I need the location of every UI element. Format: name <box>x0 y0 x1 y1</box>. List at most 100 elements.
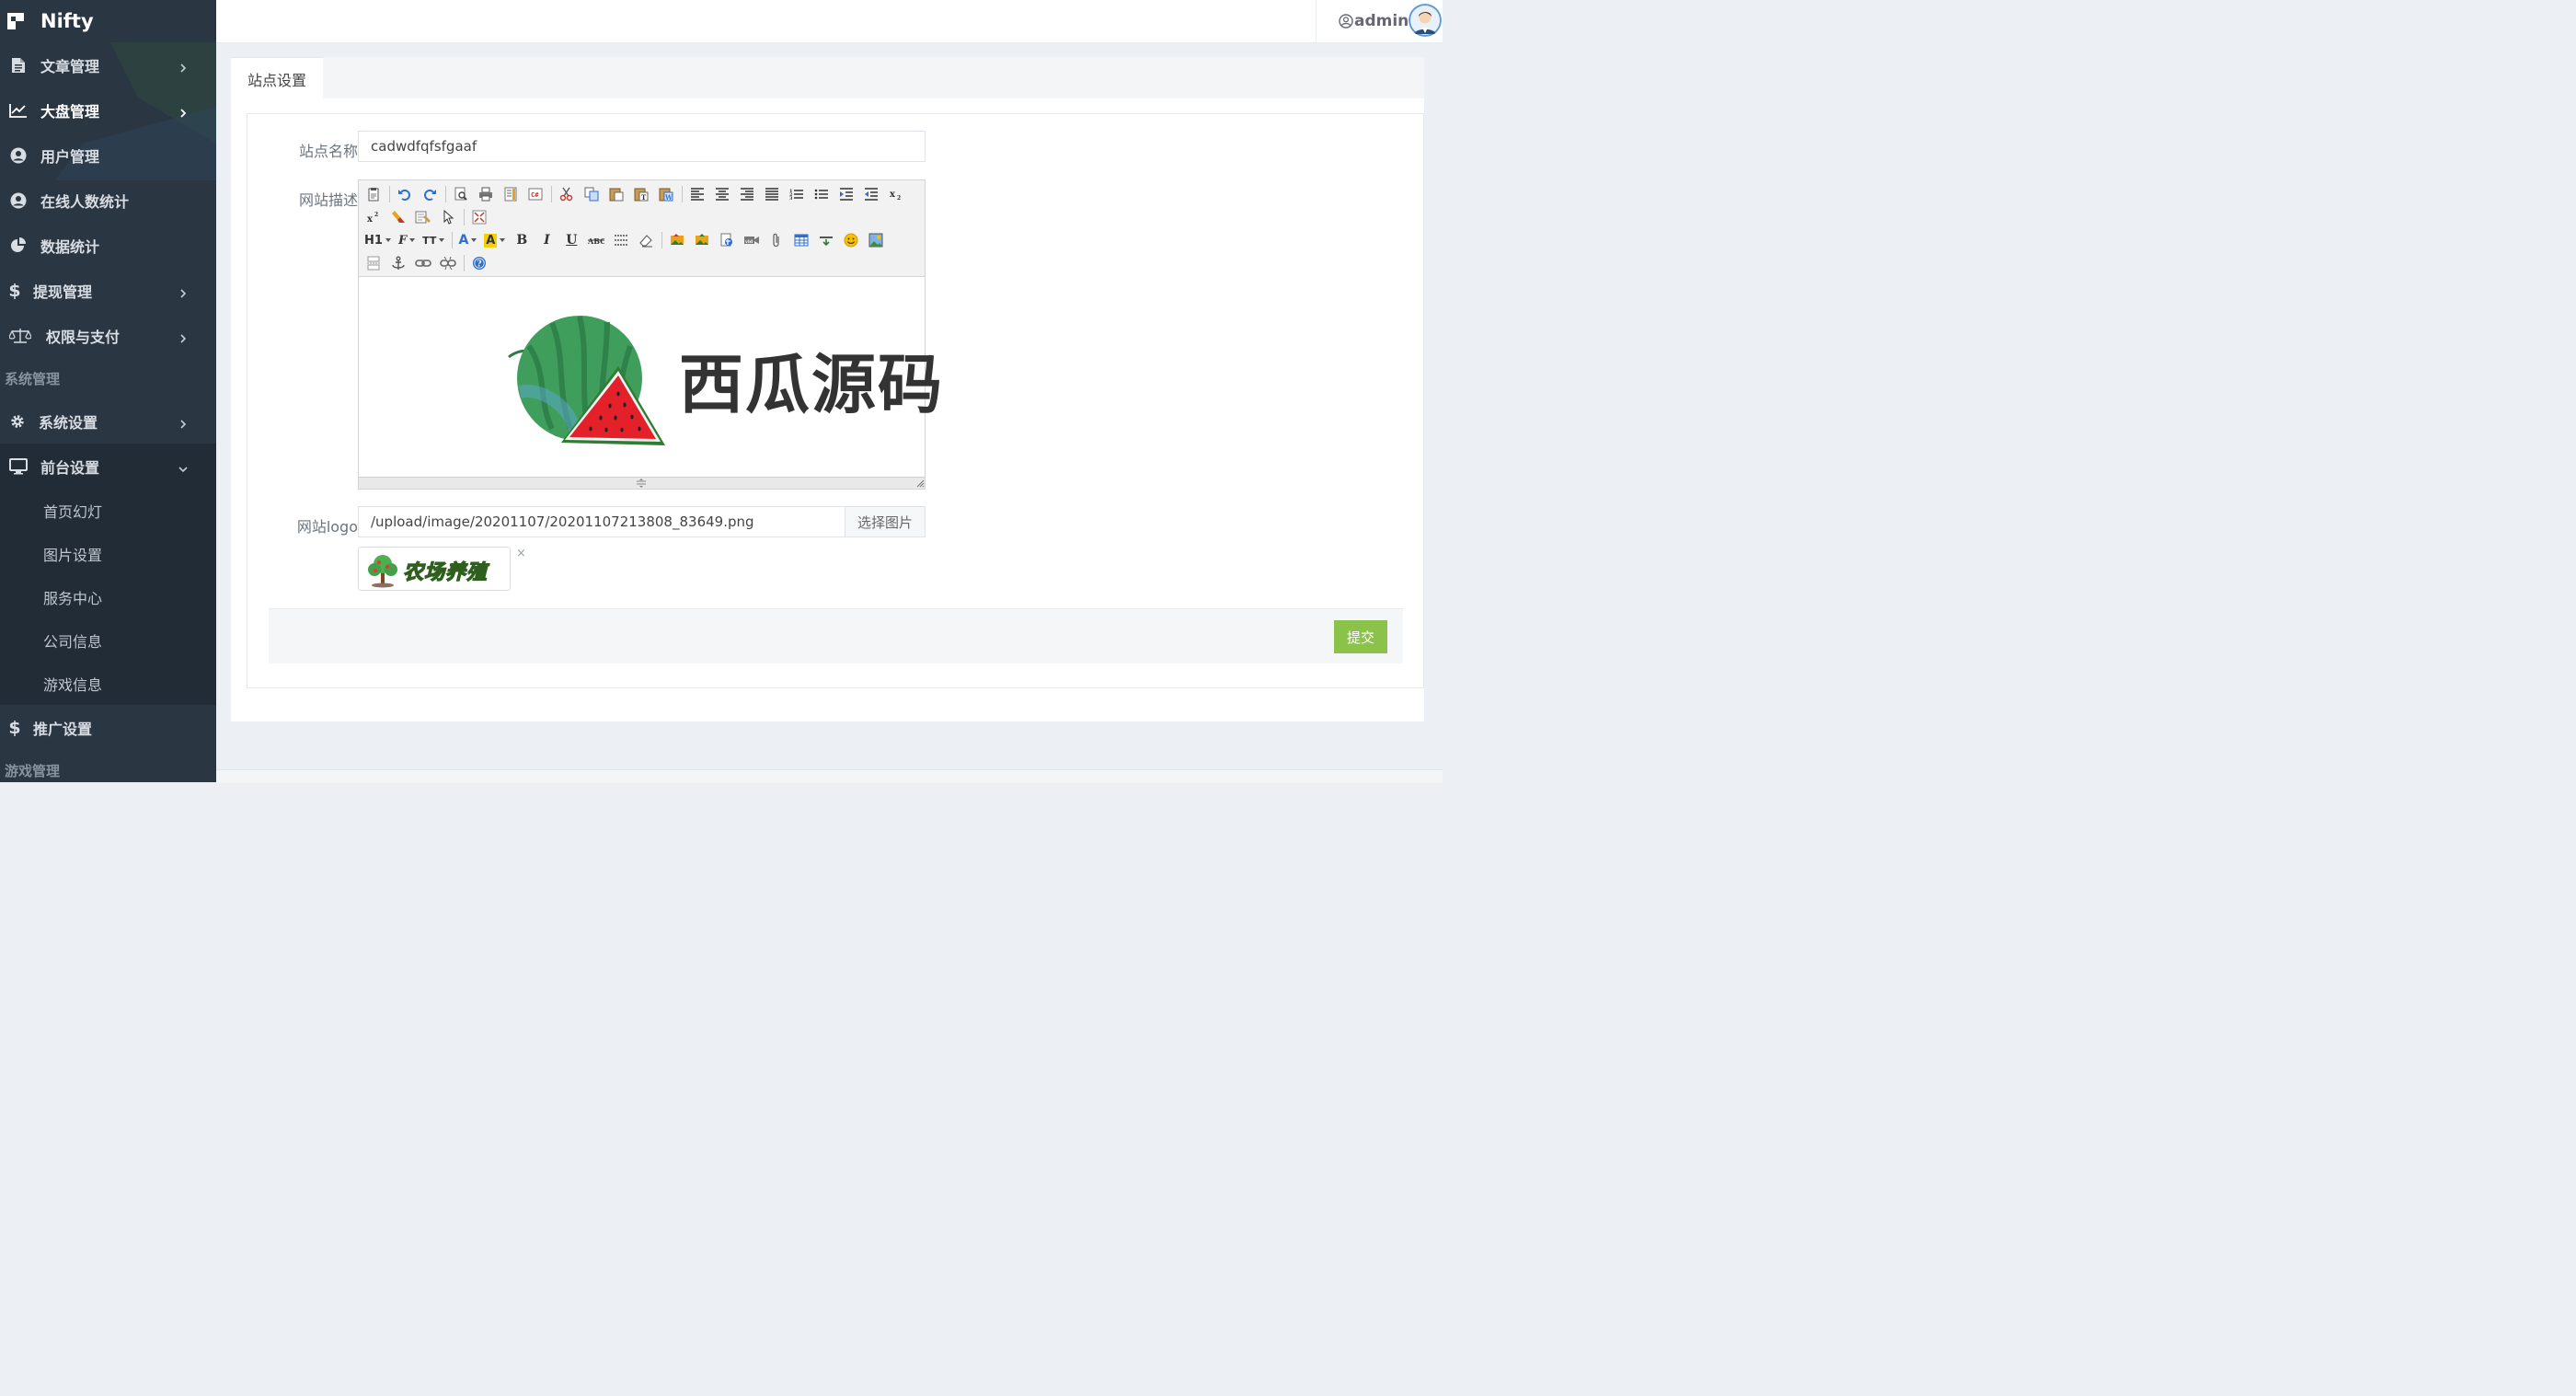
paste-text-icon[interactable]: T <box>632 185 650 203</box>
insert-image-icon[interactable] <box>668 231 686 249</box>
brand[interactable]: Nifty <box>0 0 216 42</box>
remove-logo-button[interactable]: × <box>516 547 526 560</box>
sidebar-subitem-company-info[interactable]: 公司信息 <box>0 618 216 662</box>
svg-text:?: ? <box>477 260 481 270</box>
paste-icon[interactable] <box>607 185 626 203</box>
redo-icon[interactable] <box>420 185 439 203</box>
sidebar-item-data-stats[interactable]: 数据统计 <box>0 223 216 268</box>
flash-icon[interactable] <box>718 231 736 249</box>
rich-text-editor: C# T W 123 x2 x 2 H1 F TT A A B I U ABC … <box>358 179 942 490</box>
chevron-right-icon <box>178 416 189 429</box>
align-center-icon[interactable] <box>713 185 731 203</box>
sidebar-item-label: 推广设置 <box>33 720 93 738</box>
template-icon[interactable] <box>501 185 520 203</box>
image-map-icon[interactable] <box>867 231 885 249</box>
choose-image-button[interactable]: 选择图片 <box>845 506 926 537</box>
chevron-right-icon <box>178 330 189 343</box>
superscript-icon[interactable]: x2 <box>364 208 383 226</box>
ordered-list-icon[interactable]: 123 <box>788 185 806 203</box>
clear-format-icon[interactable] <box>389 208 408 226</box>
sidebar-item-frontend-settings[interactable]: 前台设置 <box>0 444 216 489</box>
multi-image-icon[interactable] <box>693 231 711 249</box>
sidebar-item-label: 文章管理 <box>40 57 100 75</box>
chevron-right-icon <box>178 60 189 73</box>
table-icon[interactable] <box>792 231 811 249</box>
italic-icon[interactable]: I <box>537 231 556 249</box>
undo-icon[interactable] <box>396 185 414 203</box>
sidebar-item-online-stats[interactable]: 在线人数统计 <box>0 178 216 223</box>
avatar[interactable] <box>1409 4 1442 37</box>
sidebar-item-withdrawals[interactable]: $ 提现管理 <box>0 268 216 313</box>
sidebar-item-users[interactable]: 用户管理 <box>0 133 216 178</box>
align-justify-icon[interactable] <box>763 185 781 203</box>
help-icon[interactable]: ? <box>470 254 489 272</box>
editor-content-area[interactable]: 西瓜源码 <box>359 277 942 478</box>
svg-text:x: x <box>890 190 896 200</box>
sidebar-item-system-settings[interactable]: 系统设置 <box>0 398 216 444</box>
sidebar-subitem-game-info[interactable]: 游戏信息 <box>0 662 216 705</box>
sidebar-item-label: 前台设置 <box>40 458 100 477</box>
highlight-color-icon[interactable]: A <box>484 231 506 249</box>
sidebar-item-label: 大盘管理 <box>40 102 100 121</box>
align-left-icon[interactable] <box>688 185 707 203</box>
sidebar-item-articles[interactable]: 文章管理 <box>0 42 216 87</box>
select-all-icon[interactable] <box>439 208 457 226</box>
eraser-icon[interactable] <box>637 231 655 249</box>
align-right-icon[interactable] <box>738 185 756 203</box>
heading-dropdown[interactable]: H1 <box>364 231 391 249</box>
link-icon[interactable] <box>414 254 432 272</box>
print-icon[interactable] <box>477 185 495 203</box>
subscript-icon[interactable]: x2 <box>887 185 905 203</box>
tab-site-settings[interactable]: 站点设置 <box>231 57 323 99</box>
media-icon[interactable]: vid <box>742 231 761 249</box>
font-color-icon[interactable]: A <box>458 231 477 249</box>
site-settings-form: 站点名称 cadwdfqfsfgaaf 网站描述 C# T W 1 2 3 x … <box>247 113 1424 688</box>
sidebar-subitem-image-settings[interactable]: 图片设置 <box>0 532 216 575</box>
sidebar-subitem-service-center[interactable]: 服务中心 <box>0 575 216 618</box>
pie-chart-icon <box>9 237 28 255</box>
attachment-icon[interactable] <box>767 231 786 249</box>
preview-icon[interactable] <box>452 185 470 203</box>
sidebar-item-permissions-payment[interactable]: 权限与支付 <box>0 313 216 358</box>
horizontal-rule-icon[interactable] <box>817 231 835 249</box>
sidebar-subitem-home-slides[interactable]: 首页幻灯 <box>0 489 216 532</box>
sidebar-item-label: 系统设置 <box>39 413 98 432</box>
sidebar-item-promo-settings[interactable]: $ 推广设置 <box>0 705 216 750</box>
bold-icon[interactable]: B <box>512 231 531 249</box>
paste-word-icon[interactable]: W <box>657 185 675 203</box>
cut-icon[interactable] <box>558 185 576 203</box>
editor-resize-bar[interactable] <box>359 477 925 489</box>
unordered-list-icon[interactable] <box>812 185 831 203</box>
submit-button[interactable]: 提交 <box>1334 620 1387 653</box>
source-code-icon[interactable] <box>364 185 383 203</box>
sidebar-item-market[interactable]: 大盘管理 <box>0 87 216 133</box>
font-size-dropdown[interactable]: TT <box>422 231 445 249</box>
outdent-icon[interactable] <box>862 185 880 203</box>
fullscreen-icon[interactable] <box>470 208 489 226</box>
user-menu[interactable]: admin <box>1339 0 1409 42</box>
quick-format-icon[interactable] <box>414 208 432 226</box>
svg-text:W: W <box>664 193 673 202</box>
copy-icon[interactable] <box>582 185 601 203</box>
indent-icon[interactable] <box>837 185 856 203</box>
sidebar-item-label: 数据统计 <box>40 237 100 256</box>
font-family-dropdown[interactable]: F <box>398 231 416 249</box>
strikethrough-icon[interactable]: ABC <box>587 231 605 249</box>
form-footer: 提交 <box>269 608 1403 663</box>
site-name-input[interactable]: cadwdfqfsfgaaf <box>358 131 926 162</box>
logo-path-input[interactable]: /upload/image/20201107/20201107213808_83… <box>358 506 845 537</box>
content-panel: 站点设置 站点名称 cadwdfqfsfgaaf 网站描述 C# T W 1 2… <box>231 57 1424 721</box>
code-block-icon[interactable]: C# <box>526 185 545 203</box>
underline-icon[interactable]: U <box>562 231 581 249</box>
editor-toolbar: C# T W 123 x2 x 2 H1 F TT A A B I U ABC … <box>359 180 925 277</box>
line-height-icon[interactable] <box>612 231 630 249</box>
monitor-icon <box>9 457 28 476</box>
svg-text:T: T <box>641 193 647 202</box>
emoticon-icon[interactable] <box>842 231 860 249</box>
page-break-icon[interactable] <box>364 254 383 272</box>
svg-text:ABC: ABC <box>588 237 604 246</box>
anchor-icon[interactable] <box>389 254 408 272</box>
corner-grip-icon <box>916 479 925 488</box>
unlink-icon[interactable] <box>439 254 457 272</box>
sidebar-item-label: 用户管理 <box>40 147 100 166</box>
